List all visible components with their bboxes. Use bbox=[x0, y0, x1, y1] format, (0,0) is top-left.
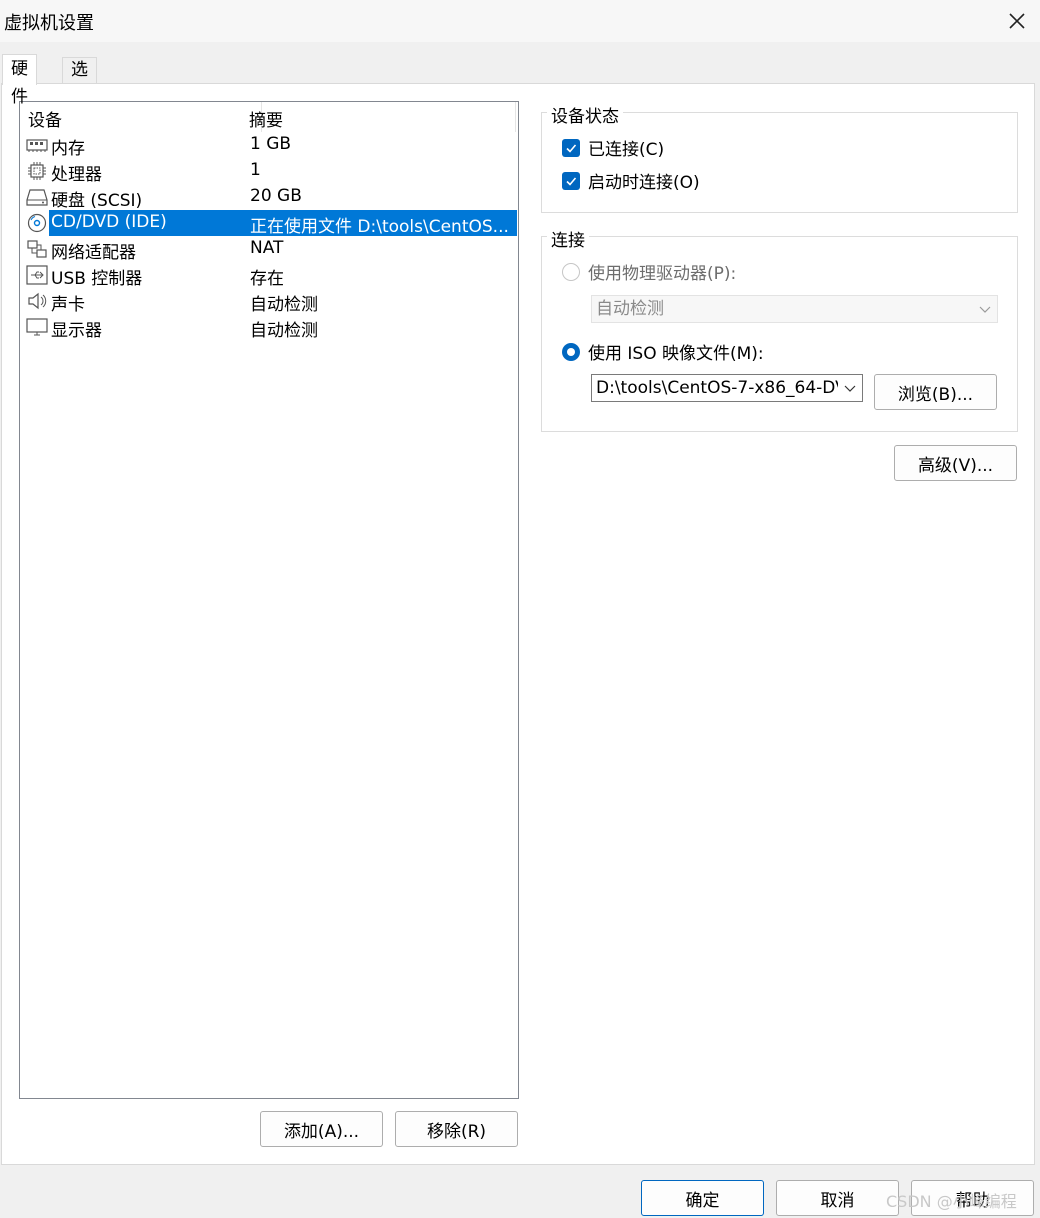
iso-path-value: D:\tools\CentOS-7-x86_64-DVD bbox=[596, 378, 838, 398]
device-name: 硬盘 (SCSI) bbox=[51, 191, 143, 211]
connect-at-power-on-checkbox[interactable]: 启动时连接(O) bbox=[562, 168, 700, 193]
device-name: 声卡 bbox=[51, 295, 85, 315]
iso-image-label: 使用 ISO 映像文件(M): bbox=[588, 344, 764, 364]
tab-options[interactable]: 选项 bbox=[62, 57, 97, 105]
cancel-button[interactable]: 取消 bbox=[776, 1180, 899, 1216]
advanced-button[interactable]: 高级(V)... bbox=[894, 445, 1017, 481]
cd-dvd-icon bbox=[27, 213, 47, 233]
device-row-cd-dvd[interactable]: CD/DVD (IDE) 正在使用文件 D:\tools\CentOS... bbox=[22, 210, 518, 237]
column-header-device[interactable]: 设备 bbox=[28, 106, 62, 131]
device-status-group bbox=[541, 112, 1018, 213]
title-bar: 虚拟机设置 bbox=[0, 0, 1040, 42]
device-name: USB 控制器 bbox=[51, 269, 143, 289]
watermark: CSDN @小峰编程 bbox=[886, 1192, 1017, 1211]
checkbox-box bbox=[562, 138, 580, 157]
checkmark-icon bbox=[566, 176, 577, 186]
device-row-hard-disk[interactable]: 硬盘 (SCSI) 20 GB bbox=[22, 184, 518, 211]
column-divider bbox=[515, 102, 516, 132]
device-name: 处理器 bbox=[51, 165, 102, 185]
device-name: 网络适配器 bbox=[51, 243, 136, 263]
device-row-usb[interactable]: USB 控制器 存在 bbox=[22, 262, 518, 289]
device-summary: 1 GB bbox=[250, 134, 292, 154]
device-status-title: 设备状态 bbox=[547, 102, 623, 127]
chevron-down-icon bbox=[979, 306, 991, 313]
column-header-summary[interactable]: 摘要 bbox=[249, 106, 283, 131]
radio-circle bbox=[562, 342, 580, 361]
device-name: CD/DVD (IDE) bbox=[51, 212, 167, 232]
device-summary: 1 bbox=[250, 160, 261, 180]
device-row-sound-card[interactable]: 声卡 自动检测 bbox=[22, 288, 518, 315]
hard-disk-icon bbox=[26, 189, 48, 206]
display-icon bbox=[26, 318, 48, 336]
device-summary: 20 GB bbox=[250, 186, 302, 206]
device-name: 内存 bbox=[51, 139, 85, 159]
physical-drive-select[interactable]: 自动检测 bbox=[591, 295, 998, 323]
processor-icon bbox=[28, 162, 46, 180]
connection-title: 连接 bbox=[547, 226, 589, 251]
physical-drive-label: 使用物理驱动器(P): bbox=[588, 264, 737, 284]
connected-checkbox[interactable]: 已连接(C) bbox=[562, 135, 664, 160]
iso-image-radio[interactable]: 使用 ISO 映像文件(M): bbox=[562, 339, 764, 364]
iso-path-combobox[interactable]: D:\tools\CentOS-7-x86_64-DVD bbox=[591, 374, 863, 402]
device-row-network-adapter[interactable]: 网络适配器 NAT bbox=[22, 236, 518, 263]
device-row-processor[interactable]: 处理器 1 bbox=[22, 158, 518, 185]
connect-at-power-on-label: 启动时连接(O) bbox=[588, 173, 700, 193]
ok-button[interactable]: 确定 bbox=[641, 1180, 764, 1216]
sound-card-icon bbox=[28, 292, 47, 310]
checkbox-box bbox=[562, 171, 580, 190]
device-summary: 存在 bbox=[250, 269, 284, 289]
chevron-down-icon bbox=[844, 385, 856, 392]
checkmark-icon bbox=[566, 143, 577, 153]
connected-label: 已连接(C) bbox=[588, 140, 665, 160]
memory-icon bbox=[26, 139, 48, 152]
device-summary: 正在使用文件 D:\tools\CentOS... bbox=[250, 217, 509, 237]
window-title: 虚拟机设置 bbox=[4, 13, 94, 34]
physical-drive-value: 自动检测 bbox=[596, 299, 664, 319]
radio-circle bbox=[562, 262, 580, 281]
list-header: 设备 摘要 bbox=[20, 102, 518, 132]
close-icon bbox=[1009, 13, 1025, 29]
close-button[interactable] bbox=[994, 0, 1040, 42]
device-name: 显示器 bbox=[51, 321, 102, 341]
usb-icon bbox=[26, 265, 48, 285]
device-row-display[interactable]: 显示器 自动检测 bbox=[22, 314, 518, 341]
device-summary: 自动检测 bbox=[250, 321, 318, 341]
remove-device-button[interactable]: 移除(R) bbox=[395, 1111, 518, 1147]
device-row-memory[interactable]: 内存 1 GB bbox=[22, 132, 518, 159]
add-device-button[interactable]: 添加(A)... bbox=[260, 1111, 383, 1147]
network-adapter-icon bbox=[27, 240, 47, 258]
device-list[interactable]: 设备 摘要 内存 1 GB 处理器 1 硬盘 (SCSI) 20 GB CD/D… bbox=[19, 101, 519, 1099]
device-summary: NAT bbox=[250, 238, 284, 258]
browse-button[interactable]: 浏览(B)... bbox=[874, 374, 997, 410]
physical-drive-radio[interactable]: 使用物理驱动器(P): bbox=[562, 259, 736, 284]
device-summary: 自动检测 bbox=[250, 295, 318, 315]
tab-hardware[interactable]: 硬件 bbox=[2, 54, 37, 107]
